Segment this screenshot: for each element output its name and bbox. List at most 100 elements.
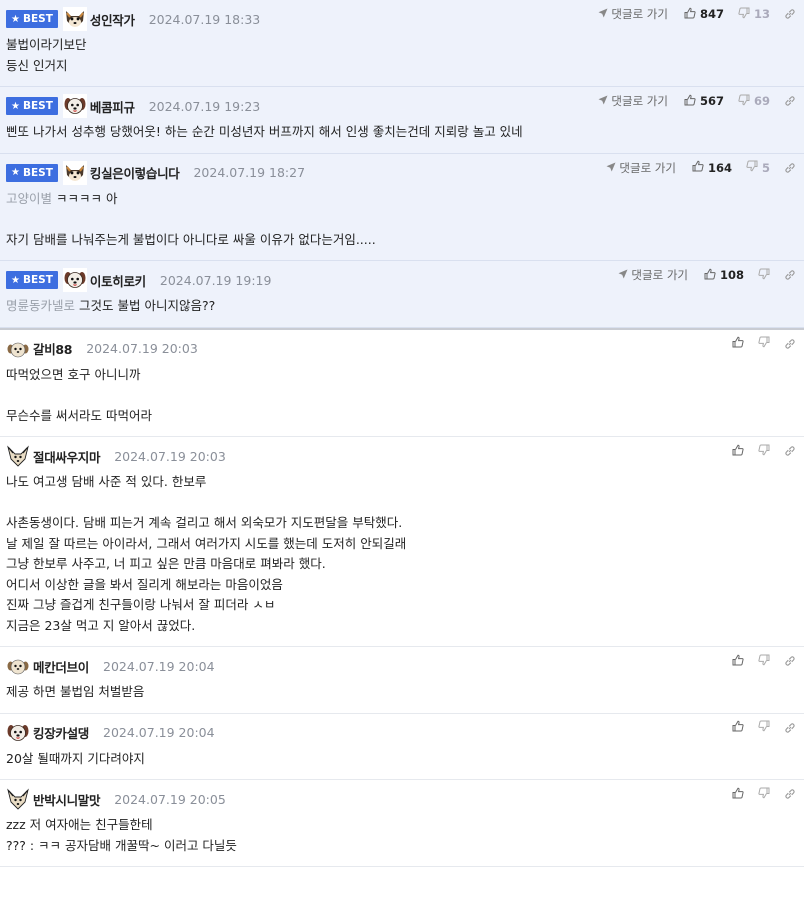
location-arrow-icon (598, 94, 608, 108)
link-icon[interactable] (784, 788, 796, 800)
go-to-comment-label: 댓글로 가기 (631, 268, 688, 282)
link-icon[interactable] (784, 445, 796, 457)
comment-body: 삔또 나가서 성추행 당했어웃! 하는 순간 미성년자 버프까지 해서 인생 좋… (6, 122, 794, 143)
comment-actions (732, 336, 796, 352)
best-badge: ★ BEST (6, 10, 58, 28)
comment-line: 등신 인거지 (6, 56, 794, 77)
fox-avatar-icon[interactable] (6, 787, 30, 811)
comment-text: 자기 담배를 나눠주는게 불법이다 아니다로 싸울 이유가 없다는거임..... (6, 231, 376, 247)
comment-body: 제공 하면 불법임 처벌받음 (6, 682, 794, 703)
comment-body: 고양이별 ㅋㅋㅋㅋ 아자기 담배를 나눠주는게 불법이다 아니다로 싸울 이유가 … (6, 189, 794, 251)
author-nickname[interactable]: 킹장카설댕 (33, 723, 89, 742)
link-icon[interactable] (784, 655, 796, 667)
comment-line: 진짜 그냥 즐겁게 친구들이랑 나눠서 잘 피더라 ㅅㅂ (6, 595, 794, 616)
dislike-button[interactable] (758, 787, 770, 802)
author-nickname[interactable]: 이토히로키 (90, 271, 146, 290)
dislike-count: 13 (753, 7, 770, 21)
like-button[interactable] (732, 654, 744, 669)
comment-line: 따먹었으면 호구 아니니까 (6, 365, 794, 386)
comment-text: 삔또 나가서 성추행 당했어웃! 하는 순간 미성년자 버프까지 해서 인생 좋… (6, 124, 523, 139)
comment-date: 2024.07.19 20:05 (114, 791, 226, 807)
like-button[interactable] (732, 787, 744, 802)
go-to-comment-link[interactable]: 댓글로 가기 (598, 93, 668, 109)
go-to-comment-link[interactable]: 댓글로 가기 (598, 6, 668, 22)
dislike-button[interactable]: 13 (738, 7, 770, 22)
best-badge: ★ BEST (6, 97, 58, 115)
like-count: 164 (707, 160, 732, 175)
comment-actions (732, 653, 796, 669)
link-icon[interactable] (784, 722, 796, 734)
comment-line: 날 제일 잘 따르는 아이라서, 그래서 여러가지 시도를 했는데 도저히 안되… (6, 534, 794, 555)
link-icon[interactable] (784, 8, 796, 20)
author-nickname[interactable]: 킹실은이렇습니다 (90, 163, 180, 182)
like-button[interactable]: 567 (684, 94, 724, 109)
like-button[interactable]: 108 (704, 268, 744, 283)
author-nickname[interactable]: 반박시니말맛 (33, 790, 101, 809)
dislike-button[interactable] (758, 336, 770, 351)
like-button[interactable] (732, 444, 744, 459)
comment-text: 그것도 불법 아니지않음?? (79, 298, 216, 313)
author-nickname[interactable]: 갈비88 (33, 339, 73, 358)
comment-date: 2024.07.19 18:27 (193, 165, 306, 180)
like-button[interactable]: 847 (684, 7, 724, 22)
comment-line: zzz 저 여자애는 친구들한테 (6, 815, 794, 836)
thumbs-down-icon (758, 787, 770, 802)
dislike-button[interactable] (758, 444, 770, 459)
reply-mention[interactable]: 명륜동카넬로 (6, 298, 75, 313)
comment-text: 제공 하면 불법임 처벌받음 (6, 684, 145, 699)
thumbs-down-icon (758, 444, 770, 459)
thumbs-down-icon (738, 7, 750, 22)
like-button[interactable]: 164 (692, 160, 732, 175)
comment-text: ??? : ㅋㅋ 공자담배 개꿀딱~ 이러고 다닐듯 (6, 837, 237, 853)
comment-header: 갈비88 2024.07.19 20:03 (6, 336, 794, 362)
fox-avatar-icon[interactable] (6, 444, 30, 468)
thumbs-up-icon (732, 654, 744, 669)
shiba-avatar-icon[interactable] (62, 7, 87, 31)
dislike-button[interactable]: 5 (746, 160, 770, 175)
author-nickname[interactable]: 절대싸우지마 (33, 447, 101, 466)
link-icon[interactable] (784, 338, 796, 350)
puppy-avatar-icon[interactable] (6, 654, 30, 678)
thumbs-down-icon (746, 160, 758, 175)
comment-line: 고양이별 ㅋㅋㅋㅋ 아 (6, 189, 794, 210)
dog-avatar-icon[interactable] (62, 268, 87, 292)
dog-avatar-icon[interactable] (6, 720, 30, 745)
dislike-button[interactable]: 69 (738, 94, 770, 109)
go-to-comment-link[interactable]: 댓글로 가기 (618, 267, 688, 283)
shiba-avatar-icon[interactable] (62, 160, 87, 185)
link-icon[interactable] (784, 95, 796, 107)
comment-line: 그냥 한보루 사주고, 너 피고 싶은 만큼 마음대로 펴봐라 했다. (6, 554, 794, 575)
dislike-button[interactable] (758, 268, 770, 283)
comment-text: 무슨수를 써서라도 따먹어라 (6, 407, 152, 423)
comment-actions (732, 720, 796, 736)
author-nickname[interactable]: 메칸더브이 (33, 657, 89, 676)
link-icon[interactable] (784, 269, 796, 281)
puppy-avatar-icon[interactable] (6, 336, 30, 361)
comment-header: 킹장카설댕 2024.07.19 20:04 (6, 720, 794, 746)
star-icon: ★ (11, 274, 20, 286)
best-badge: ★ BEST (6, 271, 58, 289)
author-nickname[interactable]: 베콤피규 (90, 97, 135, 116)
like-button[interactable] (732, 336, 744, 351)
thumbs-down-icon (758, 336, 770, 351)
comment-body: 따먹었으면 호구 아니니까무슨수를 써서라도 따먹어라 (6, 365, 794, 427)
thumbs-up-icon (732, 787, 744, 802)
comment-line: 삔또 나가서 성추행 당했어웃! 하는 순간 미성년자 버프까지 해서 인생 좋… (6, 122, 794, 143)
dog-avatar-icon[interactable] (62, 94, 87, 118)
like-button[interactable] (732, 720, 744, 735)
comment-line: ??? : ㅋㅋ 공자담배 개꿀딱~ 이러고 다닐듯 (6, 836, 794, 857)
comment: 갈비88 2024.07.19 20:03 따먹었으면 호구 아니니까무슨수를 써서… (0, 330, 804, 437)
thumbs-up-icon (704, 268, 716, 283)
go-to-comment-link[interactable]: 댓글로 가기 (606, 160, 676, 176)
dislike-button[interactable] (758, 654, 770, 669)
best-comment: ★ BEST 킹실은이렇습니다 2024.07.19 18:27 댓글로 가기 164 5 고… (0, 153, 804, 261)
dislike-button[interactable] (758, 720, 770, 735)
author-nickname[interactable]: 성인작가 (90, 10, 135, 29)
reply-mention[interactable]: 고양이별 (6, 191, 52, 206)
comment: 메칸더브이 2024.07.19 20:04 제공 하면 불법임 처벌받음 (0, 647, 804, 714)
comment-body: 나도 여고생 담배 사준 적 있다. 한보루 사촌동생이다. 담배 피는거 계속 … (6, 472, 794, 636)
comment-line (6, 385, 794, 406)
dislike-count: 5 (761, 160, 770, 175)
link-icon[interactable] (784, 162, 796, 174)
thumbs-up-icon (732, 720, 744, 735)
